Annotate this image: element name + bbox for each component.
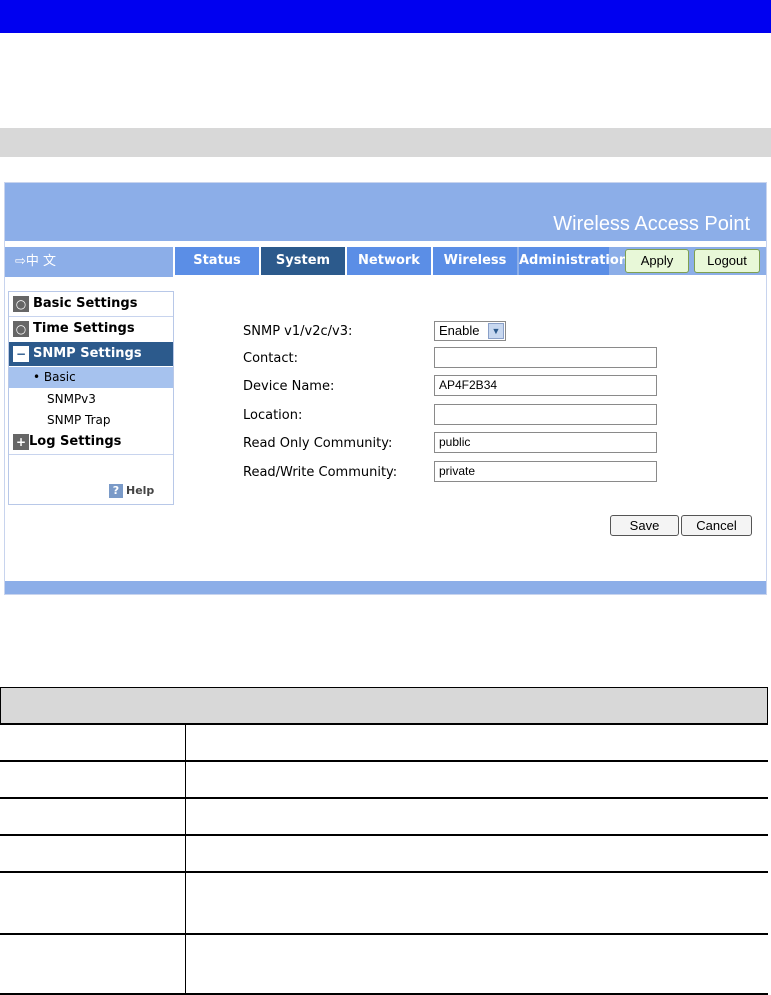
help-link[interactable]: ? Help <box>109 484 154 498</box>
sidebar-subitem-snmp-trap[interactable]: SNMP Trap <box>9 410 173 431</box>
sidebar-subitem-basic[interactable]: • Basic <box>9 367 173 388</box>
tab-wireless[interactable]: Wireless <box>433 247 517 275</box>
sidebar-subitem-label: SNMPv3 <box>47 392 96 406</box>
sidebar-item-label: Time Settings <box>33 321 135 336</box>
divider <box>9 454 173 455</box>
ro-community-label: Read Only Community: <box>243 436 393 451</box>
table-row-divider <box>0 723 768 725</box>
rw-community-field[interactable]: private <box>434 461 657 482</box>
device-name-label: Device Name: <box>243 379 335 394</box>
tab-network[interactable]: Network <box>347 247 431 275</box>
router-ui-panel: Wireless Access Point ⇨中 文 Status System… <box>4 182 767 595</box>
table-row-divider <box>0 933 768 935</box>
tab-administration[interactable]: Administration <box>519 247 628 275</box>
location-field[interactable] <box>434 404 657 425</box>
table-row-divider <box>0 871 768 873</box>
footer-bar <box>5 581 766 594</box>
language-switch[interactable]: ⇨中 文 <box>5 247 173 277</box>
contact-label: Contact: <box>243 351 298 366</box>
top-bar <box>0 0 771 33</box>
device-name-field[interactable]: AP4F2B34 <box>434 375 657 396</box>
sidebar: ○ Basic Settings ○ Time Settings − SNMP … <box>8 291 174 505</box>
sidebar-subitem-label: SNMP Trap <box>47 413 111 427</box>
tab-system[interactable]: System <box>261 247 345 275</box>
table-row-divider <box>0 834 768 836</box>
language-label[interactable]: ⇨中 文 <box>15 250 56 269</box>
table-row-divider <box>0 797 768 799</box>
sidebar-subitem-label: • Basic <box>33 370 76 384</box>
table-column-divider <box>185 724 186 994</box>
sidebar-item-label: Log Settings <box>29 434 122 449</box>
sidebar-subitem-snmpv3[interactable]: SNMPv3 <box>9 389 173 410</box>
help-label: Help <box>126 484 155 497</box>
logout-button[interactable]: Logout <box>694 249 760 273</box>
cancel-button[interactable]: Cancel <box>681 515 752 536</box>
plus-icon: + <box>13 434 29 450</box>
rw-community-label: Read/Write Community: <box>243 465 398 480</box>
banner: Wireless Access Point <box>5 183 766 241</box>
sidebar-item-label: Basic Settings <box>33 296 138 311</box>
snmp-label: SNMP v1/v2c/v3: <box>243 324 353 339</box>
sidebar-item-time-settings[interactable]: ○ Time Settings <box>9 317 173 341</box>
snmp-select[interactable]: Enable ▼ <box>434 321 506 341</box>
help-icon: ? <box>109 484 123 498</box>
location-label: Location: <box>243 408 303 423</box>
table-header <box>0 687 768 724</box>
banner-title: Wireless Access Point <box>553 213 750 235</box>
table-row-divider <box>0 760 768 762</box>
sidebar-item-snmp-settings[interactable]: − SNMP Settings <box>9 342 173 366</box>
section-bar <box>0 128 771 157</box>
sidebar-item-log-settings[interactable]: + Log Settings <box>9 430 173 454</box>
circle-icon: ○ <box>13 296 29 312</box>
tab-status[interactable]: Status <box>175 247 259 275</box>
circle-icon: ○ <box>13 321 29 337</box>
save-button[interactable]: Save <box>610 515 679 536</box>
minus-icon: − <box>13 346 29 362</box>
ro-community-field[interactable]: public <box>434 432 657 453</box>
snmp-select-value: Enable <box>439 323 480 338</box>
sidebar-item-basic-settings[interactable]: ○ Basic Settings <box>9 292 173 316</box>
sidebar-item-label: SNMP Settings <box>33 346 142 361</box>
apply-button[interactable]: Apply <box>625 249 689 273</box>
contact-field[interactable] <box>434 347 657 368</box>
chevron-down-icon[interactable]: ▼ <box>488 323 504 339</box>
